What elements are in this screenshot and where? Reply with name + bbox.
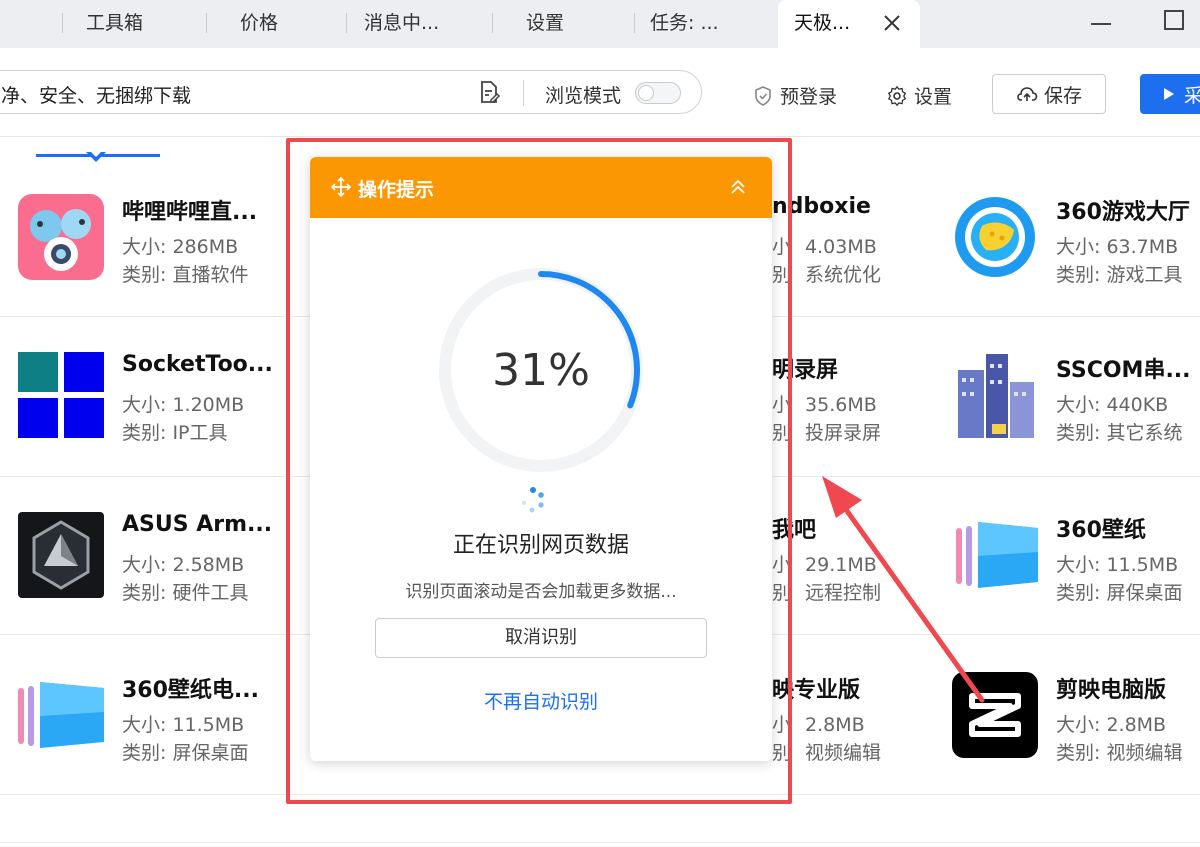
- 360-wallpaper-icon: [18, 672, 104, 758]
- tab-toolbox[interactable]: 工具箱: [86, 0, 143, 48]
- tab-separator: [346, 13, 347, 33]
- tab-separator: [492, 13, 493, 33]
- settings-button[interactable]: 设置: [886, 82, 952, 109]
- address-text[interactable]: 净、安全、无捆绑下载: [1, 81, 191, 108]
- operation-tip-popup: 操作提示 31% 正在识别网页数据 识别页面滚动是否会加载更多数据... 取消识…: [310, 157, 772, 761]
- app-size: 大小: 11.5MB: [122, 714, 245, 736]
- app-name[interactable]: 哔哩哔哩直...: [122, 194, 257, 226]
- loading-spinner-icon: [521, 487, 544, 513]
- popup-header[interactable]: 操作提示: [310, 157, 772, 218]
- maximize-icon[interactable]: [1162, 8, 1188, 34]
- move-icon[interactable]: [330, 176, 352, 198]
- app-name[interactable]: 360壁纸电...: [122, 672, 259, 704]
- tab-settings[interactable]: 设置: [526, 0, 564, 48]
- app-size: 大小: 2.58MB: [122, 554, 245, 576]
- app-category: 类别: 游戏工具: [1056, 264, 1183, 286]
- app-name[interactable]: 360壁纸: [1056, 512, 1146, 544]
- 360-wallpaper-icon: [952, 512, 1038, 598]
- tab-separator: [206, 13, 207, 33]
- app-size: 大小: 286MB: [122, 236, 239, 258]
- start-collect-button[interactable]: 采: [1140, 74, 1200, 114]
- app-name[interactable]: SocketToo...: [122, 352, 273, 377]
- app-category: 类别: IP工具: [122, 422, 228, 444]
- app-name[interactable]: 剪映电脑版: [1056, 672, 1166, 704]
- browse-mode-label: 浏览模式: [545, 85, 622, 107]
- progress-percent: 31%: [492, 345, 590, 396]
- app-category: 类别: 硬件工具: [122, 582, 249, 604]
- start-collect-label: 采: [1184, 84, 1200, 107]
- app-size: 大小: 11.5MB: [1056, 554, 1179, 576]
- category-tab-caret: [86, 150, 106, 162]
- app-category: 类别: 屏保桌面: [122, 742, 249, 764]
- document-edit-icon[interactable]: [477, 80, 501, 104]
- recognition-status: 正在识别网页数据: [452, 533, 629, 558]
- play-icon: [1164, 88, 1174, 100]
- app-size: 大小: 1.20MB: [122, 394, 245, 416]
- save-label: 保存: [1043, 84, 1082, 107]
- sockettool-icon: [18, 352, 104, 438]
- tab-tianji-active[interactable]: 天极...: [778, 0, 920, 48]
- prelogin-button[interactable]: 预登录: [752, 82, 837, 109]
- 360-game-icon: [952, 194, 1038, 280]
- collapse-icon[interactable]: [728, 177, 748, 197]
- disable-auto-recognition-link[interactable]: 不再自动识别: [310, 687, 772, 714]
- recognition-substatus: 识别页面滚动是否会加载更多数据...: [405, 582, 677, 602]
- app-category: 类别: 直播软件: [122, 264, 249, 286]
- tab-messages[interactable]: 消息中...: [364, 0, 439, 48]
- bilibili-icon: [18, 194, 104, 280]
- app-size: 大小: 440KB: [1056, 394, 1169, 416]
- app-name[interactable]: SSCOM串...: [1056, 352, 1191, 384]
- minimize-icon[interactable]: [1088, 8, 1114, 34]
- app-category: 类别: 其它系统: [1056, 422, 1183, 444]
- save-button[interactable]: 保存: [992, 74, 1106, 114]
- address-bar[interactable]: 净、安全、无捆绑下载 浏览模式: [0, 70, 702, 114]
- tab-price[interactable]: 价格: [240, 0, 278, 48]
- app-category: 类别: 视频编辑: [1056, 742, 1183, 764]
- address-separator: [523, 80, 524, 106]
- gear-icon: [887, 85, 907, 106]
- tab-bar: 工具箱 价格 消息中... 设置 任务: ... 天极...: [0, 0, 1200, 48]
- tab-tasks[interactable]: 任务: ...: [650, 0, 719, 48]
- row-divider: [0, 842, 1200, 843]
- app-category: 类别: 屏保桌面: [1056, 582, 1183, 604]
- shield-icon: [755, 85, 771, 106]
- prelogin-label: 预登录: [780, 86, 838, 108]
- browse-mode-toggle[interactable]: [635, 82, 681, 104]
- tab-separator: [62, 13, 63, 33]
- popup-title: 操作提示: [358, 179, 435, 201]
- sscom-icon: [952, 352, 1038, 438]
- capcut-icon: [952, 672, 1038, 758]
- tab-separator: [634, 13, 635, 33]
- tab-tianji-label: 天极...: [794, 12, 851, 34]
- app-size: 大小: 63.7MB: [1056, 236, 1179, 258]
- toggle-knob: [638, 85, 654, 101]
- app-name[interactable]: ASUS Arm...: [122, 512, 272, 537]
- cancel-recognition-button[interactable]: 取消识别: [375, 618, 707, 658]
- app-size: 大小: 2.8MB: [1056, 714, 1167, 736]
- asus-armoury-icon: [18, 512, 104, 598]
- close-icon[interactable]: [880, 11, 904, 35]
- cloud-upload-icon: [1017, 87, 1038, 101]
- toolbar: 净、安全、无捆绑下载 浏览模式 预登录 设置 保存 采: [0, 48, 1200, 137]
- app-name[interactable]: 360游戏大厅: [1056, 194, 1190, 226]
- settings-label: 设置: [914, 86, 953, 108]
